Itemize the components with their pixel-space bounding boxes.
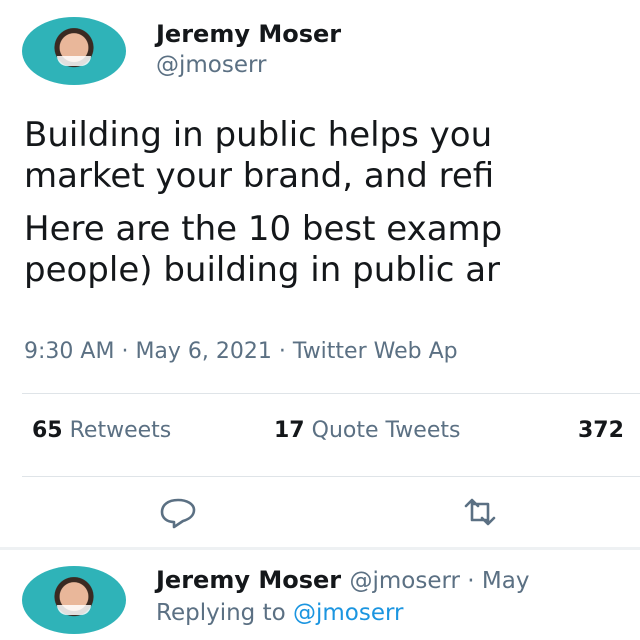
tweet-time[interactable]: 9:30 AM [24,339,114,364]
tweet-text-line: market your brand, and refi [24,156,495,196]
reply-author-handle: @jmoserr · May [349,568,529,594]
tweet-source[interactable]: Twitter Web Ap [293,339,458,364]
divider [22,393,640,394]
retweets-count: 65 [32,418,63,443]
reply-author-avatar[interactable] [22,566,126,634]
retweets-stat[interactable]: 65 Retweets [32,418,171,443]
quote-tweets-count: 17 [274,418,305,443]
likes-stat[interactable]: 372 [578,418,624,443]
tweet-meta: 9:30 AM · May 6, 2021 · Twitter Web Ap [24,339,458,364]
retweet-button[interactable] [458,492,502,532]
replying-to-prefix: Replying to [156,600,286,626]
reply-author-name: Jeremy Moser @jmoserr · May [156,566,529,594]
reply-icon [160,498,196,529]
retweets-label: Retweets [69,418,172,443]
meta-separator: · [467,568,482,594]
meta-separator: · [278,339,293,364]
reply-date[interactable]: May [482,568,530,594]
replying-to-handle[interactable]: @jmoserr [293,600,404,626]
author-handle[interactable]: @jmoserr [156,52,267,78]
likes-count: 372 [578,418,624,443]
tweet-text-line: Here are the 10 best examp [24,209,503,249]
author-name[interactable]: Jeremy Moser [156,20,341,48]
section-divider [0,547,640,550]
reply-author-name-text[interactable]: Jeremy Moser [156,566,341,594]
reply-button[interactable] [156,492,200,532]
divider [22,476,640,477]
quote-tweets-stat[interactable]: 17 Quote Tweets [274,418,460,443]
tweet-text-line: Building in public helps you [24,115,493,155]
tweet-text-line: people) building in public ar [24,250,501,290]
meta-separator: · [121,339,136,364]
reply-handle-text[interactable]: @jmoserr [349,568,460,594]
replying-to: Replying to @jmoserr [156,600,404,626]
quote-tweets-label: Quote Tweets [311,418,461,443]
tweet-date[interactable]: May 6, 2021 [135,339,271,364]
author-avatar[interactable] [22,17,126,85]
retweet-icon [464,498,496,526]
